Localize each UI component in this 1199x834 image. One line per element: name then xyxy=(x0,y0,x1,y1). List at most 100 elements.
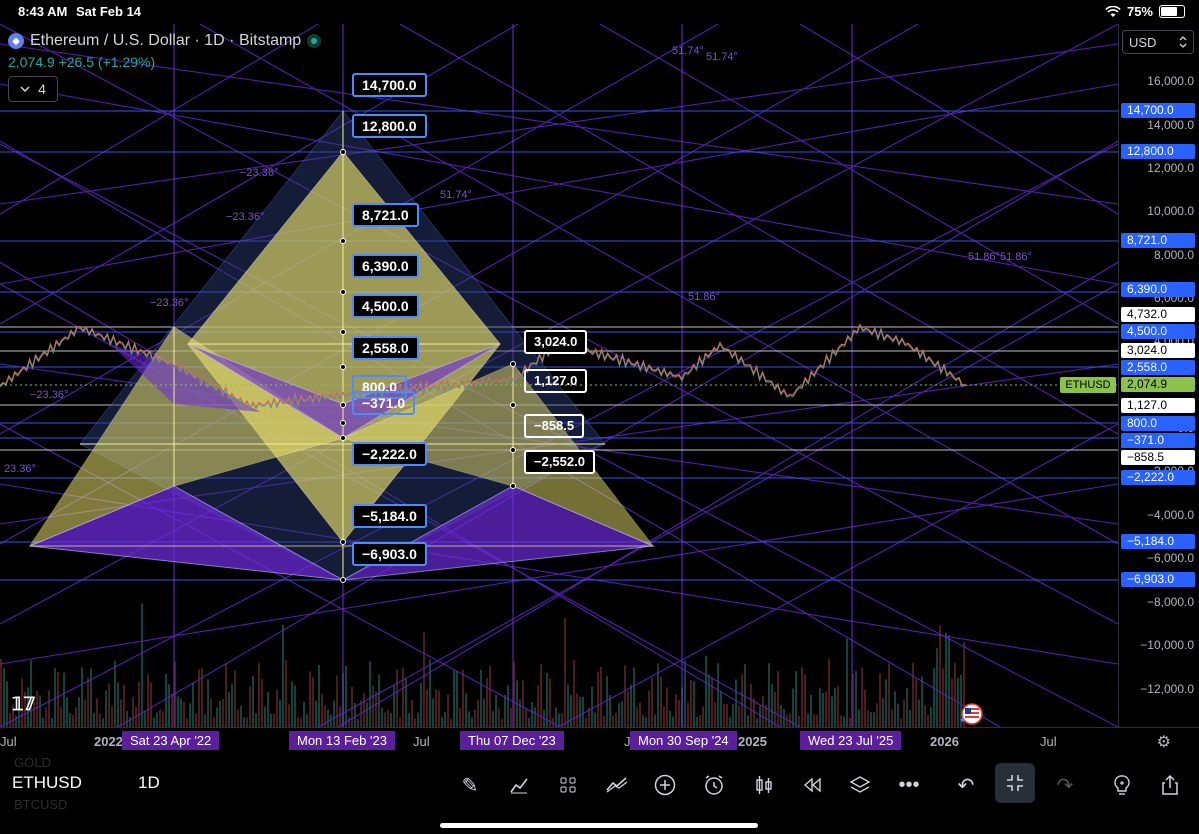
share-icon[interactable] xyxy=(1152,767,1188,803)
symbol-legend: ◆ Ethereum / U.S. Dollar · 1D · Bitstamp… xyxy=(8,32,322,102)
fib-level-label-right[interactable]: −2,552.0 xyxy=(524,450,595,474)
fib-level-label-right[interactable]: 1,127.0 xyxy=(524,369,588,393)
draw-icon[interactable]: ✎ xyxy=(452,767,488,803)
alarm-glyph xyxy=(705,775,723,795)
volume-bar xyxy=(627,691,629,727)
undo-icon[interactable]: ↶ xyxy=(948,767,984,803)
fib-level-label[interactable]: 6,390.0 xyxy=(352,254,419,278)
volume-bar xyxy=(6,681,8,727)
volume-bar xyxy=(807,713,809,727)
volume-bar xyxy=(759,705,761,727)
volume-bar xyxy=(267,691,269,727)
volume-bar xyxy=(60,707,62,727)
fib-level-label[interactable]: −371.0 xyxy=(352,391,416,415)
volume-bar xyxy=(822,693,824,727)
volume-bar xyxy=(528,717,530,727)
price-tick: −8,000.0 xyxy=(1146,595,1194,609)
compare-icon[interactable] xyxy=(599,767,635,803)
compare-glyph xyxy=(606,777,628,793)
volume-bar xyxy=(888,663,890,727)
fib-level-label[interactable]: 12,800.0 xyxy=(352,114,427,138)
market-status-icon[interactable] xyxy=(307,34,322,48)
price-tick: 14,000.0 xyxy=(1147,118,1194,132)
time-highlight: Mon 13 Feb '23 xyxy=(289,731,395,750)
volume-bar xyxy=(315,700,317,727)
volume-bar xyxy=(261,679,263,727)
volume-bar xyxy=(621,701,623,727)
symbol-selector[interactable]: ETHUSD xyxy=(12,773,82,793)
currency-select[interactable]: USD xyxy=(1122,30,1194,54)
templates-icon[interactable] xyxy=(550,767,586,803)
volume-bar xyxy=(108,683,110,727)
volume-bar xyxy=(813,714,815,727)
symbol-next[interactable]: BTCUSD xyxy=(14,797,67,812)
replay-icon[interactable] xyxy=(794,767,830,803)
volume-bar xyxy=(633,667,635,727)
volume-bar xyxy=(564,618,566,727)
fib-level-label[interactable]: 2,558.0 xyxy=(352,336,419,360)
volume-bar xyxy=(795,671,797,727)
fib-level-label-right[interactable]: −858.5 xyxy=(524,414,585,438)
volume-bar xyxy=(264,706,266,727)
us-flag-icon[interactable]: ✦ xyxy=(959,703,983,725)
fib-level-label[interactable]: −2,222.0 xyxy=(352,442,427,466)
volume-bar xyxy=(582,696,584,727)
volume-bar xyxy=(636,707,638,727)
volume-bar xyxy=(333,700,335,727)
volume-bar xyxy=(864,689,866,727)
volume-bar xyxy=(336,675,338,727)
volume-bar xyxy=(276,689,278,727)
layers-icon[interactable] xyxy=(842,767,878,803)
volume-bar xyxy=(696,716,698,727)
price-axis[interactable]: 16,000.0 14,000.0 12,000.0 10,000.0 8,000.0 6… xyxy=(1118,24,1199,727)
svg-text:23.36°: 23.36° xyxy=(4,463,36,475)
volume-bar xyxy=(882,697,884,727)
add-icon[interactable] xyxy=(647,767,683,803)
fib-level-label[interactable]: 8,721.0 xyxy=(352,203,419,227)
symbol-prev[interactable]: GOLD xyxy=(14,755,51,770)
timeframe-selector[interactable]: 1D xyxy=(138,773,160,793)
more-icon[interactable]: ••• xyxy=(891,767,927,803)
indicators-icon[interactable] xyxy=(501,767,537,803)
chart-pane[interactable]: 51.74° 51.74° −23.36° −23.36° −23.36° 51… xyxy=(0,24,1118,727)
ideas-icon[interactable] xyxy=(1104,767,1140,803)
volume-bar xyxy=(498,708,500,727)
time-axis[interactable]: Jul 2022 Sat 23 Apr '22 Mon 13 Feb '23 J… xyxy=(0,727,1199,756)
volume-bar xyxy=(645,717,647,727)
volume-bar xyxy=(738,705,740,727)
volume-bar xyxy=(750,683,752,727)
fib-level-label[interactable]: −6,903.0 xyxy=(352,542,427,566)
alert-icon[interactable] xyxy=(696,767,732,803)
volume-bar xyxy=(558,713,560,727)
fullscreen-exit-icon[interactable] xyxy=(995,763,1035,803)
fib-level-label[interactable]: 14,700.0 xyxy=(352,73,427,97)
volume-bar xyxy=(669,710,671,727)
volume-bar xyxy=(675,694,677,727)
volume-bar xyxy=(948,635,950,727)
volume-bar xyxy=(786,715,788,727)
volume-bar xyxy=(375,691,377,727)
settings-icon[interactable]: ⚙ xyxy=(1157,732,1171,752)
indicators-toggle-button[interactable]: 4 xyxy=(8,76,58,102)
legend-title-row[interactable]: ◆ Ethereum / U.S. Dollar · 1D · Bitstamp xyxy=(8,32,322,50)
home-indicator[interactable] xyxy=(440,823,758,828)
volume-bar xyxy=(624,665,626,727)
svg-text:−23.36°: −23.36° xyxy=(150,297,188,309)
volume-bar xyxy=(405,677,407,727)
volume-bar xyxy=(504,694,506,727)
volume-bar xyxy=(420,683,422,727)
price-tag: −858.5 xyxy=(1121,450,1195,465)
fib-level-label-right[interactable]: 3,024.0 xyxy=(524,330,588,354)
volume-bar xyxy=(114,660,116,727)
svg-text:−23.36°: −23.36° xyxy=(240,167,278,179)
fib-level-label[interactable]: −5,184.0 xyxy=(352,504,427,528)
volume-bar xyxy=(471,717,473,727)
redo-icon[interactable]: ↷ xyxy=(1047,767,1083,803)
candles-icon[interactable] xyxy=(746,767,782,803)
volume-bar xyxy=(117,682,119,727)
volume-bar xyxy=(930,707,932,727)
fib-level-label[interactable]: 4,500.0 xyxy=(352,294,419,318)
volume-bar xyxy=(153,717,155,727)
volume-bar xyxy=(393,684,395,727)
volume-bar xyxy=(702,706,704,727)
